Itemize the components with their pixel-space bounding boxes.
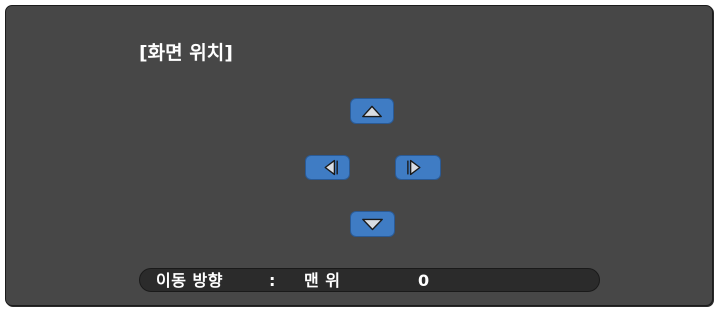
screen-position-panel: [화면 위치] 이동 방향 : 맨 위 0 (5, 5, 713, 306)
triangle-left-icon (324, 159, 338, 176)
panel-title: [화면 위치] (139, 42, 233, 64)
triangle-down-icon (362, 218, 383, 231)
move-left-button[interactable] (305, 155, 350, 180)
move-up-button[interactable] (350, 98, 394, 124)
triangle-up-icon (362, 105, 382, 118)
status-separator: : (269, 271, 276, 290)
offset-value: 0 (418, 271, 430, 290)
move-right-button[interactable] (395, 155, 441, 180)
move-down-button[interactable] (350, 211, 395, 237)
status-bar: 이동 방향 : 맨 위 0 (139, 268, 600, 292)
direction-value: 맨 위 (304, 271, 341, 290)
status-label: 이동 방향 (156, 271, 223, 290)
triangle-right-icon (407, 159, 421, 176)
